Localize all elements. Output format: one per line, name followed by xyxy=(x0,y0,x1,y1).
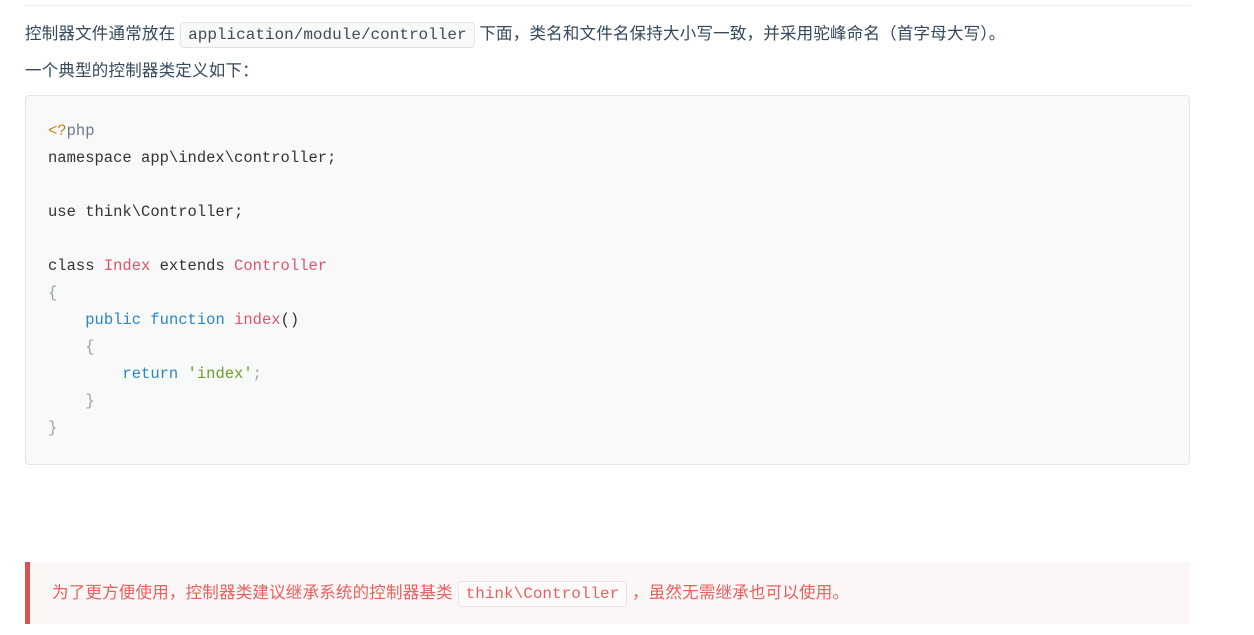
documentation-page: 控制器文件通常放在 application/module/controller … xyxy=(0,0,1254,635)
code-token-return-keyword: return xyxy=(122,365,179,383)
alert-text-after: ，虽然无需继承也可以使用。 xyxy=(632,583,850,602)
code-token-function-keyword: function xyxy=(150,311,225,329)
code-token-return-semicolon: ; xyxy=(252,365,262,383)
alert-danger-inherit-controller: 为了更方便使用，控制器类建议继承系统的控制器基类 think\Controlle… xyxy=(25,562,1190,624)
code-block-content: <?php namespace app\index\controller; us… xyxy=(48,118,1165,442)
code-token-method-visibility: public xyxy=(85,311,142,329)
code-token-class-close-brace: } xyxy=(48,419,58,437)
code-line-use: use think\Controller; xyxy=(48,203,244,221)
code-token-method-parens: () xyxy=(280,311,300,329)
code-token-class-name: Index xyxy=(103,257,151,275)
inline-code-controller-path: application/module/controller xyxy=(180,22,475,48)
code-token-php-word: php xyxy=(66,122,95,140)
code-token-return-value: 'index' xyxy=(187,365,253,383)
code-token-method-name: index xyxy=(234,311,281,329)
paragraph-text-after: 下面，类名和文件名保持大小写一致，并采用驼峰命名（首字母大写）。 xyxy=(479,25,1006,43)
code-token-method-indent xyxy=(48,311,85,329)
section-divider xyxy=(25,5,1190,6)
paragraph-controller-location: 控制器文件通常放在 application/module/controller … xyxy=(25,16,1190,53)
code-token-class-open-brace: { xyxy=(48,284,58,302)
code-token-method-open-brace: { xyxy=(48,338,95,356)
code-token-method-close-brace: } xyxy=(48,392,95,410)
code-token-extends-keyword: extends xyxy=(150,257,235,275)
code-line-namespace: namespace app\index\controller; xyxy=(48,149,337,167)
article-content: 控制器文件通常放在 application/module/controller … xyxy=(25,16,1190,465)
code-block-php-controller: <?php namespace app\index\controller; us… xyxy=(25,95,1190,465)
paragraph-typical-definition: 一个典型的控制器类定义如下： xyxy=(25,62,259,80)
code-token-class-keyword: class xyxy=(48,257,104,275)
alert-text-before: 为了更方便使用，控制器类建议继承系统的控制器基类 xyxy=(52,583,453,602)
inline-code-think-controller: think\Controller xyxy=(457,580,628,607)
code-token-return-indent xyxy=(48,365,122,383)
code-token-parent-class: Controller xyxy=(234,257,328,275)
paragraph-text-before: 控制器文件通常放在 xyxy=(25,25,176,43)
alert-text: 为了更方便使用，控制器类建议继承系统的控制器基类 think\Controlle… xyxy=(52,578,849,609)
code-token-php-open: <? xyxy=(48,122,67,140)
